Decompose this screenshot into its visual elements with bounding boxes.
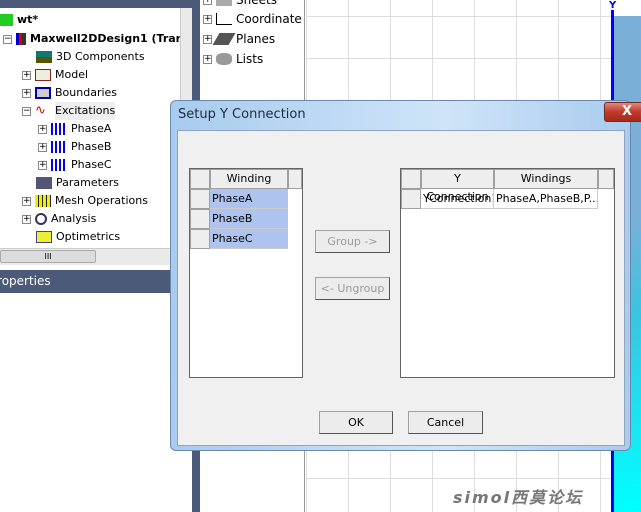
winding-header[interactable]: Winding xyxy=(210,169,288,189)
tree-item-design[interactable]: − Maxwell2DDesign1 (Tran xyxy=(3,30,180,48)
project-icon xyxy=(0,14,13,26)
collapse-icon[interactable]: − xyxy=(3,34,12,44)
sheets-icon xyxy=(216,0,232,6)
excitations-icon: ∿ xyxy=(35,103,46,118)
mesh-icon xyxy=(35,195,51,207)
winding-icon xyxy=(51,159,67,171)
coordinate-icon xyxy=(216,13,232,25)
row-header[interactable] xyxy=(190,209,210,229)
winding-table[interactable]: Winding PhaseA PhaseB PhaseC xyxy=(189,168,303,378)
tree-item-excitations[interactable]: − ∿ Excitations xyxy=(22,102,116,120)
tree-item-phasec[interactable]: + PhaseC xyxy=(38,156,112,174)
y-connection-table[interactable]: Y Connection Windings YConnection1 Phase… xyxy=(400,168,615,378)
tree-item-phaseb[interactable]: + PhaseB xyxy=(38,138,111,156)
winding-row[interactable]: PhaseB xyxy=(210,209,288,229)
ungroup-button[interactable]: <- Ungroup xyxy=(315,277,390,300)
tree-item-parameters[interactable]: Parameters xyxy=(36,174,119,192)
optimetrics-icon xyxy=(36,231,52,243)
expand-icon[interactable]: + xyxy=(22,196,31,206)
expand-icon[interactable]: + xyxy=(22,70,31,80)
project-tree[interactable]: wt* − Maxwell2DDesign1 (Tran 3D Component… xyxy=(0,8,180,248)
project-manager-title xyxy=(0,0,192,8)
tree-item-optimetrics[interactable]: Optimetrics xyxy=(36,228,120,246)
properties-panel xyxy=(0,293,192,512)
y-axis-label: Y xyxy=(609,0,617,11)
y-connection-cell[interactable]: YConnection1 xyxy=(421,189,494,209)
expand-icon[interactable]: + xyxy=(38,160,47,170)
close-button[interactable]: X xyxy=(604,102,641,122)
tree-item-model[interactable]: + Model xyxy=(22,66,88,84)
row-header[interactable] xyxy=(401,189,421,209)
tree-item-analysis[interactable]: + Analysis xyxy=(22,210,96,228)
parameters-icon xyxy=(36,177,52,189)
scrollbar-thumb[interactable]: III xyxy=(0,250,96,263)
dialog-content: Winding PhaseA PhaseB PhaseC Group -> <-… xyxy=(177,130,625,446)
setup-y-connection-dialog: Setup Y Connection X Winding PhaseA Phas… xyxy=(170,100,641,451)
cancel-button[interactable]: Cancel xyxy=(408,411,483,434)
components-icon xyxy=(36,51,52,63)
tree-item-phasea[interactable]: + PhaseA xyxy=(38,120,111,138)
boundaries-icon xyxy=(35,87,51,99)
group-button[interactable]: Group -> xyxy=(315,230,390,253)
tree-item-boundaries[interactable]: + Boundaries xyxy=(22,84,117,102)
windings-cell[interactable]: PhaseA,PhaseB,P... xyxy=(494,189,598,209)
tree-item-project[interactable]: wt* xyxy=(0,11,38,29)
row-header[interactable] xyxy=(190,229,210,249)
collapse-icon[interactable]: − xyxy=(22,106,31,116)
tree-item-mesh-operations[interactable]: + Mesh Operations xyxy=(22,192,148,210)
properties-title: Properties xyxy=(0,270,192,293)
model-icon xyxy=(35,69,51,81)
watermark: simol西莫论坛 xyxy=(453,488,584,507)
y-connection-header[interactable]: Y Connection xyxy=(421,169,494,203)
tree-item-planes[interactable]: + Planes xyxy=(203,30,275,48)
tree-item-3d-components[interactable]: 3D Components xyxy=(36,48,145,66)
tree-item-sheets[interactable]: +Sheets xyxy=(203,0,277,9)
analysis-icon xyxy=(35,213,47,225)
expand-icon[interactable]: + xyxy=(22,88,31,98)
windings-header[interactable]: Windings xyxy=(494,169,598,189)
planes-icon xyxy=(212,33,236,45)
lists-icon xyxy=(216,53,232,65)
tree-item-coordinate[interactable]: + Coordinate xyxy=(203,10,302,28)
tree-item-lists[interactable]: + Lists xyxy=(203,50,263,68)
expand-icon[interactable]: + xyxy=(38,142,47,152)
ok-button[interactable]: OK xyxy=(319,411,393,434)
winding-row[interactable]: PhaseA xyxy=(210,189,288,209)
winding-icon xyxy=(51,141,67,153)
winding-row[interactable]: PhaseC xyxy=(210,229,288,249)
winding-icon xyxy=(51,123,67,135)
dialog-title: Setup Y Connection xyxy=(178,107,306,122)
design-icon xyxy=(16,33,26,45)
row-header[interactable] xyxy=(190,189,210,209)
expand-icon[interactable]: + xyxy=(22,214,31,224)
expand-icon[interactable]: + xyxy=(38,124,47,134)
